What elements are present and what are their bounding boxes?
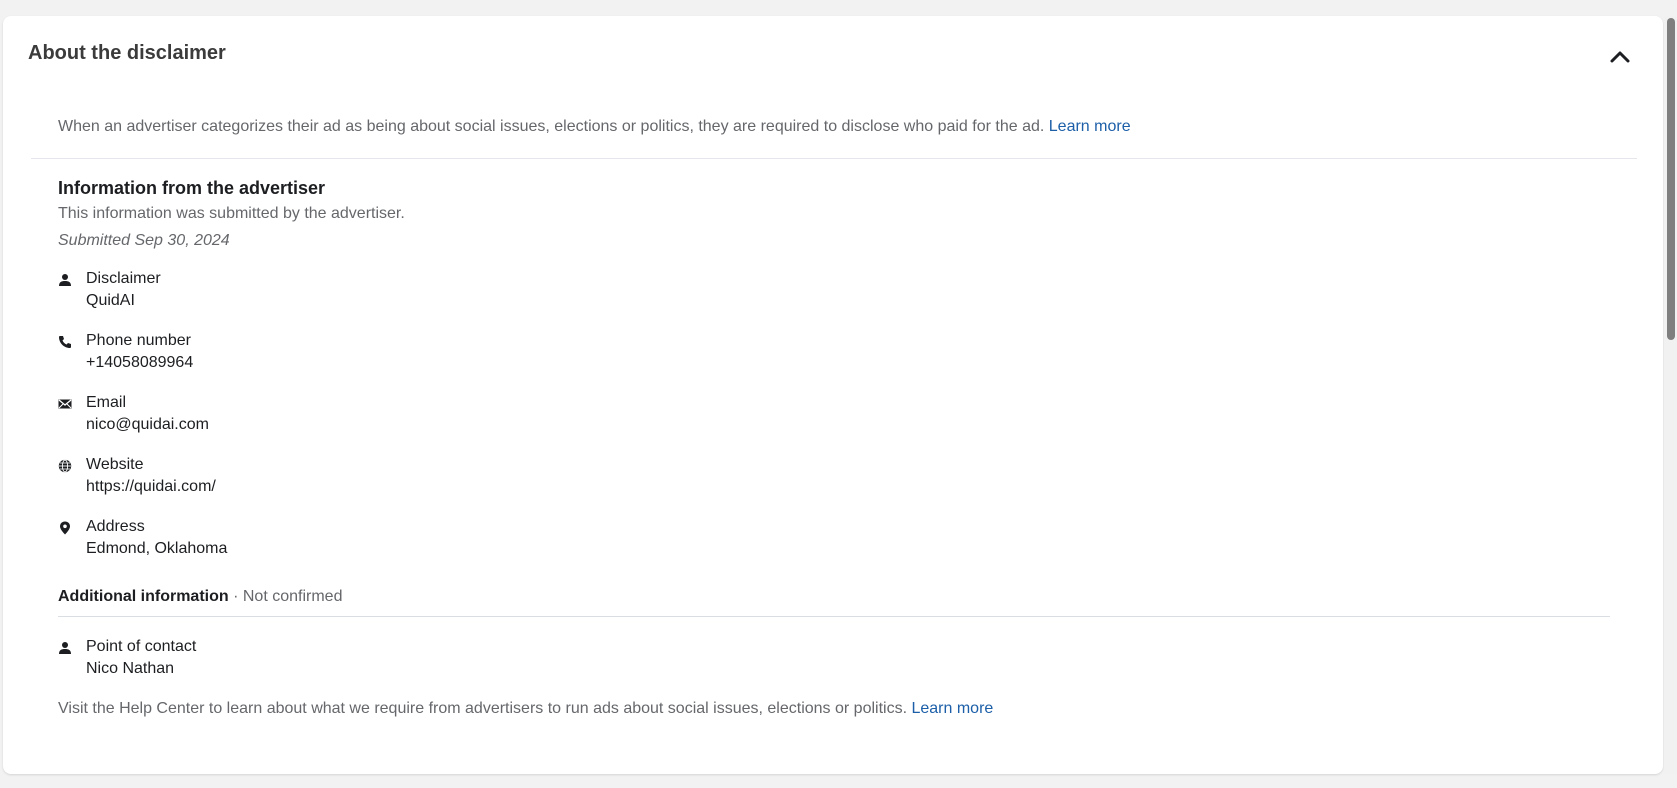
section-heading: About the disclaimer (28, 42, 226, 64)
separator-dot: · (228, 588, 243, 605)
info-row-disclaimer: Disclaimer QuidAI (58, 270, 658, 314)
info-value: https://quidai.com/ (86, 478, 216, 495)
person-icon (58, 641, 72, 655)
advertiser-info-subtitle: This information was submitted by the ad… (58, 205, 405, 222)
info-label: Website (86, 456, 144, 473)
footer-learn-more-link[interactable]: Learn more (911, 700, 993, 717)
info-value: Edmond, Oklahoma (86, 540, 228, 557)
chevron-up-icon (1610, 51, 1630, 63)
advertiser-info-title: Information from the advertiser (58, 178, 326, 198)
intro-text: When an advertiser categorizes their ad … (58, 118, 1131, 136)
info-label: Disclaimer (86, 270, 161, 287)
envelope-icon (58, 397, 72, 411)
info-label: Phone number (86, 332, 191, 349)
intro-body: When an advertiser categorizes their ad … (58, 118, 1049, 135)
submitted-date: Submitted Sep 30, 2024 (58, 232, 230, 249)
divider (31, 158, 1637, 159)
info-value: QuidAI (86, 292, 135, 309)
footer-body: Visit the Help Center to learn about wha… (58, 700, 912, 717)
intro-learn-more-link[interactable]: Learn more (1049, 118, 1131, 135)
info-label: Point of contact (86, 638, 197, 655)
help-center-note: Visit the Help Center to learn about wha… (58, 700, 993, 718)
globe-icon (58, 459, 72, 473)
info-label: Address (86, 518, 145, 535)
info-row-phone: Phone number +14058089964 (58, 332, 658, 376)
info-row-email: Email nico@quidai.com (58, 394, 658, 438)
confirmation-status: Not confirmed (242, 588, 343, 605)
info-row-website: Website https://quidai.com/ (58, 456, 658, 500)
info-label: Email (86, 394, 127, 411)
collapse-button[interactable] (1608, 45, 1632, 69)
info-value: Nico Nathan (86, 660, 175, 677)
info-row-point-of-contact: Point of contact Nico Nathan (58, 638, 658, 682)
person-icon (58, 273, 72, 287)
additional-info-title: Additional information (58, 588, 229, 605)
scrollbar-thumb[interactable] (1667, 18, 1675, 340)
info-row-address: Address Edmond, Oklahoma (58, 518, 658, 562)
phone-icon (58, 335, 72, 349)
additional-info-header: Additional information · Not confirmed (58, 588, 342, 606)
info-value: +14058089964 (86, 354, 194, 371)
divider (58, 616, 1610, 617)
location-pin-icon (58, 521, 72, 535)
info-value: nico@quidai.com (86, 416, 209, 433)
